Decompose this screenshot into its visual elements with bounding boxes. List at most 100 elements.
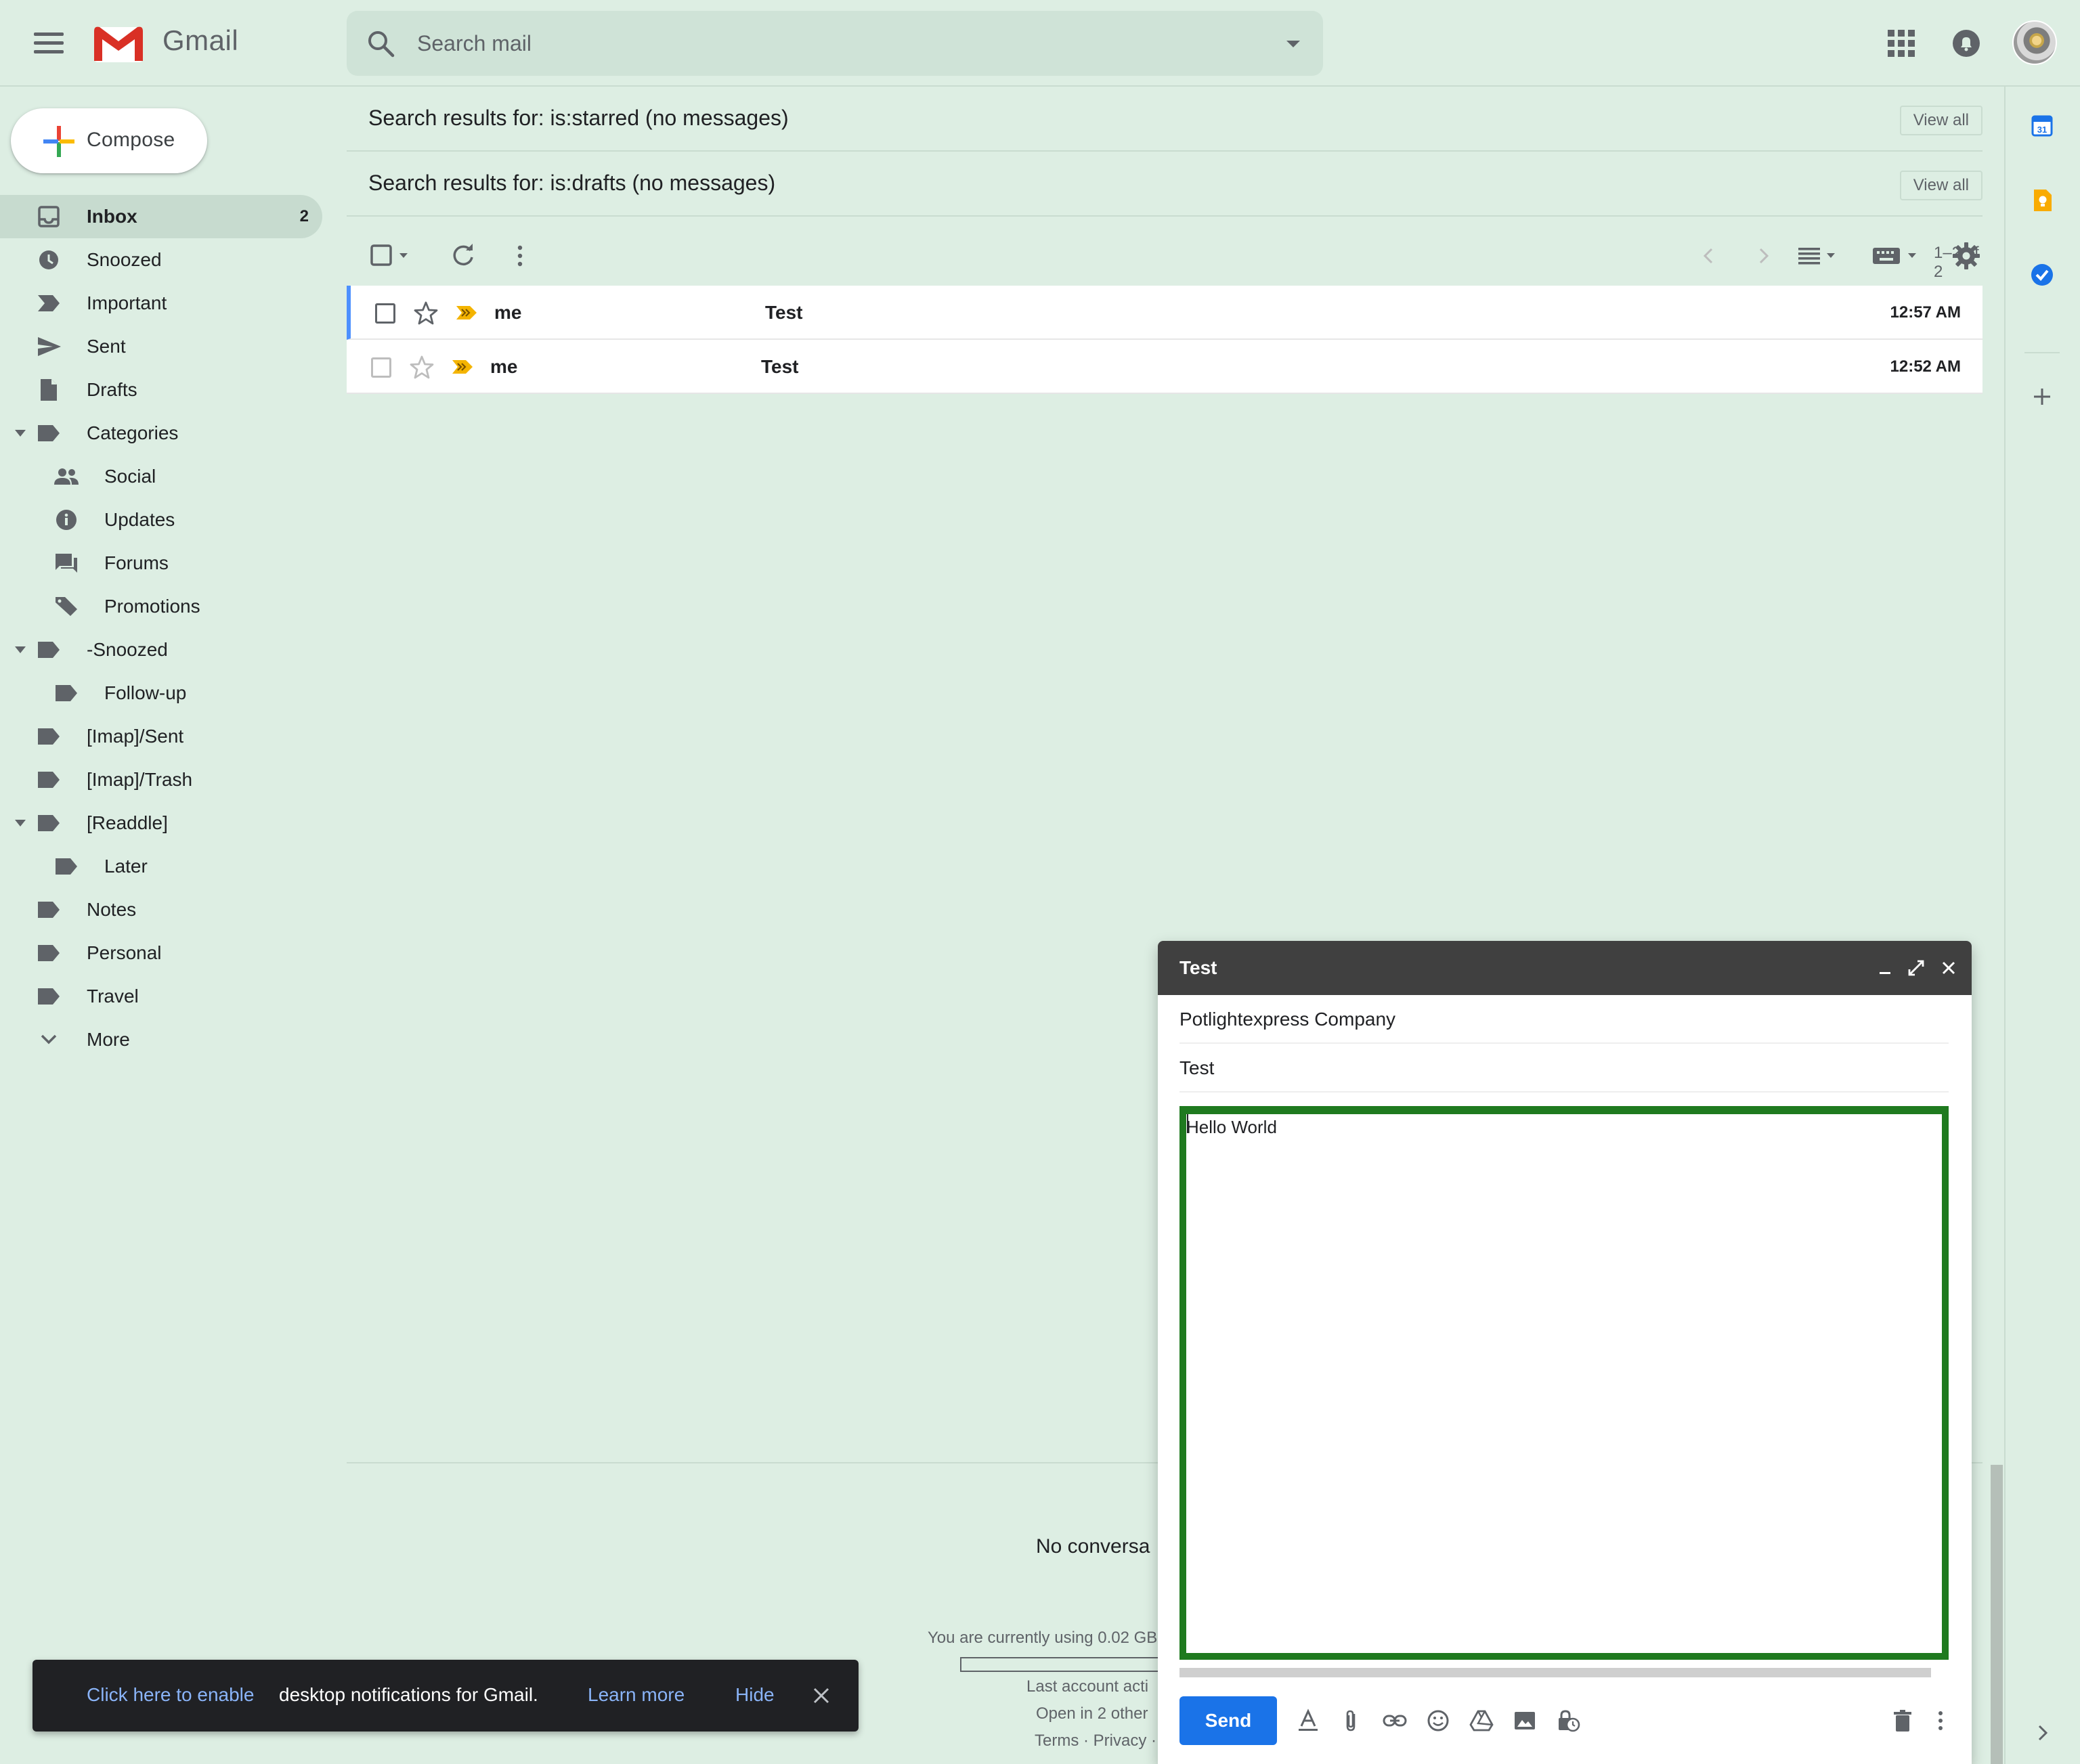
- sidebar-item-follow-up[interactable]: Follow-up: [0, 671, 322, 715]
- sidebar-item-imap-sent[interactable]: [Imap]/Sent: [0, 715, 322, 758]
- keyboard-input-icon[interactable]: [1871, 242, 1926, 269]
- insert-photo-icon[interactable]: [1513, 1708, 1537, 1733]
- sidebar-item-later[interactable]: Later: [0, 845, 322, 888]
- sidebar-item-important[interactable]: Important: [0, 282, 322, 325]
- attach-file-icon[interactable]: [1339, 1708, 1364, 1733]
- tasks-icon[interactable]: [2029, 261, 2056, 288]
- sidebar-item-snoozed-label[interactable]: -Snoozed: [0, 628, 322, 671]
- sidebar-item-categories[interactable]: Categories: [0, 412, 322, 455]
- refresh-icon[interactable]: [450, 242, 477, 269]
- drafts-view-all-button[interactable]: View all: [1899, 171, 1982, 200]
- density-toggle-icon[interactable]: [1796, 242, 1844, 269]
- terms-privacy-links[interactable]: Terms · Privacy ·: [1035, 1732, 1156, 1750]
- insert-drive-file-icon[interactable]: [1469, 1708, 1494, 1733]
- star-icon[interactable]: [409, 355, 435, 380]
- sidebar-item-travel[interactable]: Travel: [0, 975, 322, 1018]
- recipients-field[interactable]: [1179, 995, 1949, 1044]
- expand-caret-icon[interactable]: [14, 428, 27, 439]
- expand-panel-chevron-icon[interactable]: [2029, 1719, 2056, 1746]
- keep-notes-icon[interactable]: [2029, 187, 2056, 214]
- message-body-text[interactable]: Hello World: [1186, 1117, 1277, 1138]
- sidebar-item-inbox[interactable]: Inbox 2: [0, 195, 322, 238]
- sidebar-item-personal[interactable]: Personal: [0, 931, 322, 975]
- sidebar-item-more[interactable]: More: [0, 1018, 322, 1061]
- add-addon-plus-icon[interactable]: [2029, 383, 2056, 410]
- compose-header[interactable]: Test: [1158, 941, 1972, 995]
- inbox-icon: [38, 206, 60, 227]
- sidebar-item-sent[interactable]: Sent: [0, 325, 322, 368]
- important-marker-icon[interactable]: [451, 357, 474, 376]
- compose-horizontal-scrollbar[interactable]: [1179, 1668, 1931, 1677]
- insert-emoji-icon[interactable]: [1426, 1708, 1450, 1733]
- sidebar-item-label: Social: [104, 466, 156, 487]
- select-all-checkbox-icon[interactable]: [370, 242, 413, 269]
- open-in-other-locations-text: Open in 2 other: [1036, 1704, 1148, 1723]
- draft-icon: [41, 379, 57, 401]
- starred-results-title: Search results for: is:starred (no messa…: [368, 106, 789, 130]
- row-checkbox[interactable]: [371, 357, 391, 378]
- sidebar-item-label: Inbox: [87, 206, 137, 227]
- message-subject: Test: [765, 302, 803, 323]
- close-icon[interactable]: [811, 1685, 831, 1706]
- gmail-logo-icon[interactable]: [92, 23, 145, 64]
- search-bar[interactable]: [347, 11, 1323, 76]
- sidebar-item-social[interactable]: Social: [0, 455, 322, 498]
- chevron-right-icon[interactable]: [1750, 242, 1777, 269]
- desktop-notifications-snackbar: Click here to enable desktop notificatio…: [32, 1660, 859, 1732]
- app-name[interactable]: Gmail: [162, 24, 238, 57]
- calendar-icon[interactable]: 31: [2029, 112, 2056, 139]
- message-sender: me: [490, 356, 518, 377]
- formatting-options-icon[interactable]: [1296, 1708, 1320, 1733]
- starred-view-all-button[interactable]: View all: [1899, 106, 1982, 135]
- main-menu-button[interactable]: [28, 27, 69, 60]
- subject-field[interactable]: [1179, 1044, 1949, 1093]
- expand-caret-icon[interactable]: [14, 818, 27, 829]
- fullscreen-icon[interactable]: [1905, 957, 1927, 979]
- sidebar-item-readdle[interactable]: [Readdle]: [0, 801, 322, 845]
- search-options-dropdown-icon[interactable]: [1281, 34, 1305, 53]
- sidebar-item-snoozed[interactable]: Snoozed: [0, 238, 322, 282]
- table-row[interactable]: me Test 12:57 AM: [347, 286, 1982, 340]
- confidential-mode-icon[interactable]: [1556, 1708, 1580, 1733]
- search-icon[interactable]: [364, 27, 397, 60]
- send-button[interactable]: Send: [1179, 1696, 1277, 1745]
- sidebar-item-notes[interactable]: Notes: [0, 888, 322, 931]
- settings-gear-icon[interactable]: [1951, 241, 1981, 271]
- sidebar-item-label: Important: [87, 292, 167, 313]
- chevron-left-icon[interactable]: [1695, 242, 1722, 269]
- sidebar-item-updates[interactable]: Updates: [0, 498, 322, 542]
- sidebar-item-promotions[interactable]: Promotions: [0, 585, 322, 628]
- search-input[interactable]: [417, 26, 1230, 61]
- insert-link-icon[interactable]: [1383, 1708, 1407, 1733]
- sidebar-item-imap-trash[interactable]: [Imap]/Trash: [0, 758, 322, 801]
- google-apps-icon[interactable]: [1888, 30, 1915, 57]
- message-time: 12:52 AM: [1890, 357, 1961, 376]
- main-scrollbar[interactable]: [1991, 1465, 2003, 1764]
- sidebar-item-label: More: [87, 1029, 130, 1050]
- more-options-icon[interactable]: [506, 242, 534, 269]
- enable-notifications-link[interactable]: Click here to enable: [87, 1684, 254, 1706]
- account-avatar[interactable]: [2012, 20, 2057, 65]
- hide-snackbar-button[interactable]: Hide: [735, 1684, 775, 1706]
- recipients-input[interactable]: [1179, 1006, 1949, 1033]
- subject-input[interactable]: [1179, 1055, 1949, 1082]
- close-icon[interactable]: [1938, 957, 1959, 979]
- important-marker-icon[interactable]: [455, 303, 478, 322]
- send-icon: [38, 337, 61, 356]
- table-row[interactable]: me Test 12:52 AM: [347, 340, 1982, 394]
- sidebar-item-forums[interactable]: Forums: [0, 542, 322, 585]
- message-body-editor[interactable]: Hello World: [1179, 1106, 1949, 1660]
- star-icon[interactable]: [413, 301, 439, 326]
- last-activity-text[interactable]: Last account acti: [1026, 1677, 1148, 1696]
- notifications-bell-icon[interactable]: [1950, 27, 1982, 60]
- row-checkbox[interactable]: [375, 303, 395, 324]
- learn-more-link[interactable]: Learn more: [588, 1684, 685, 1706]
- message-list: me Test 12:57 AM me Test 12:52 AM: [347, 286, 1982, 394]
- more-options-icon[interactable]: [1928, 1708, 1953, 1733]
- sidebar-item-drafts[interactable]: Drafts: [0, 368, 322, 412]
- minimize-icon[interactable]: [1874, 957, 1896, 979]
- sidebar-item-label: Categories: [87, 422, 179, 443]
- compose-button[interactable]: Compose: [11, 108, 207, 173]
- expand-caret-icon[interactable]: [14, 644, 27, 655]
- discard-draft-trash-icon[interactable]: [1890, 1708, 1915, 1733]
